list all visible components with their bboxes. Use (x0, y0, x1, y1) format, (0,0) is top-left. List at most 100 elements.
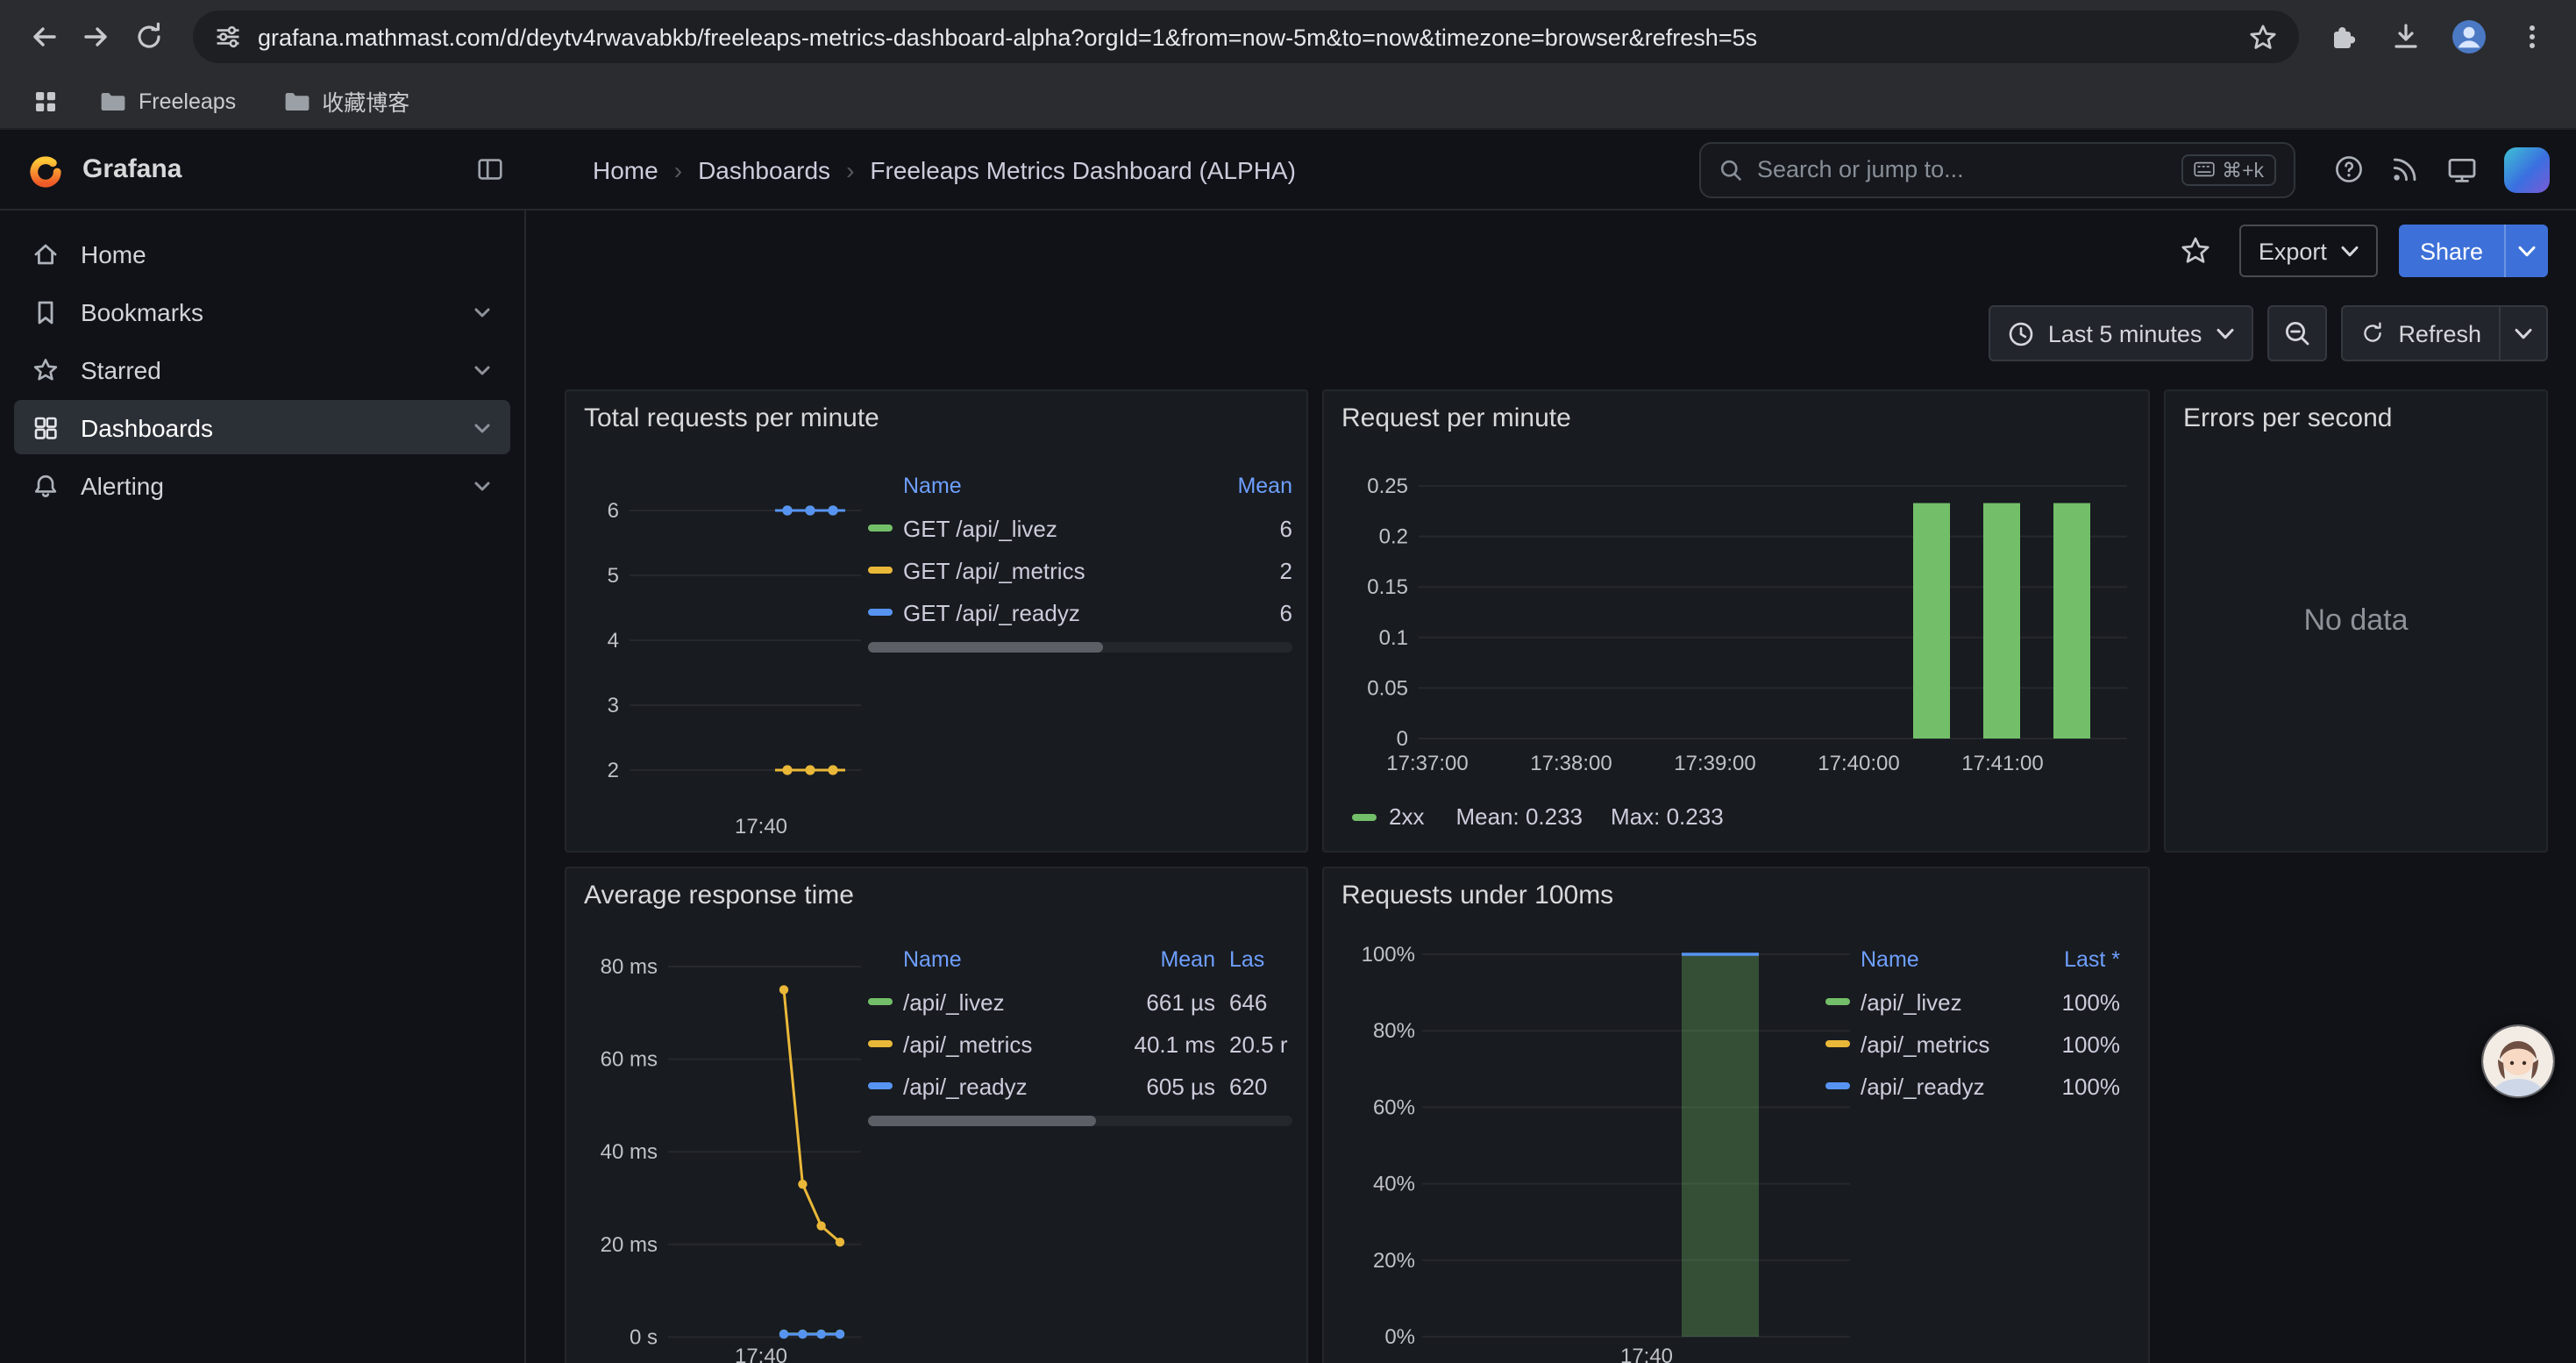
url-text[interactable]: grafana.mathmast.com/d/deytv4rwavabkb/fr… (258, 24, 2232, 50)
apps-grid-button[interactable] (25, 80, 67, 122)
bookmark-star-icon[interactable] (2248, 22, 2278, 52)
sidebar-nav: Home Bookmarks Starred Dashboards Alerti… (0, 211, 526, 1363)
series-swatch (868, 609, 893, 616)
legend-header[interactable]: Name (903, 947, 1099, 972)
legend-header[interactable]: Mean (1215, 474, 1292, 498)
dock-menu-toggle[interactable] (475, 154, 505, 184)
forward-button[interactable] (70, 11, 123, 63)
downloads-button[interactable] (2380, 11, 2432, 63)
sidebar-item-bookmarks[interactable]: Bookmarks (14, 284, 510, 339)
site-info-icon[interactable] (214, 23, 242, 51)
panel-request-per-minute: Request per minute 0.250.20.150.10.05017… (1322, 389, 2150, 853)
dashboards-grid-icon (32, 413, 60, 441)
time-range-label: Last 5 minutes (2048, 320, 2202, 346)
series-swatch (868, 567, 893, 574)
legend-value: 100% (2029, 1073, 2120, 1099)
share-button[interactable]: Share (2399, 225, 2504, 277)
dock-panel-icon (475, 154, 505, 184)
browser-profile-button[interactable] (2443, 11, 2495, 63)
search-input[interactable]: Search or jump to... ⌘+k (1699, 141, 2295, 197)
legend-series-name[interactable]: GET /api/_livez (903, 515, 1201, 541)
legend-header[interactable]: Name (903, 474, 1201, 498)
svg-text:4: 4 (608, 629, 619, 653)
grafana-logo-icon[interactable] (26, 150, 65, 189)
refresh-interval-caret[interactable] (2501, 305, 2548, 361)
panel-title[interactable]: Average response time (584, 881, 854, 910)
legend-header[interactable]: Las (1229, 947, 1292, 972)
scrollbar-thumb[interactable] (868, 1116, 1096, 1126)
favorite-dashboard-button[interactable] (2173, 228, 2218, 274)
legend-header[interactable]: Mean (1114, 947, 1215, 972)
assistant-avatar-button[interactable] (2481, 1024, 2555, 1098)
average-response-time-chart[interactable]: 80 ms60 ms40 ms20 ms0 s17:40 (580, 931, 868, 1363)
bookmark-folder-freeleaps[interactable]: Freeleaps (84, 82, 250, 120)
header-icons (2295, 146, 2576, 192)
legend-series-name[interactable]: /api/_livez (1861, 988, 2015, 1015)
user-avatar[interactable] (2504, 146, 2550, 192)
chevron-down-icon[interactable] (472, 417, 493, 438)
bookmarks-bar: Freeleaps 收藏博客 (0, 74, 2576, 130)
panel-title[interactable]: Total requests per minute (584, 403, 879, 433)
rss-icon (2390, 154, 2420, 184)
legend-header[interactable]: Last * (2029, 947, 2120, 972)
sidebar-item-alerting[interactable]: Alerting (14, 458, 510, 512)
panel-title[interactable]: Request per minute (1341, 403, 1571, 433)
svg-text:17:38:00: 17:38:00 (1530, 752, 1612, 775)
legend-mean-stat: Mean: 0.233 (1455, 803, 1583, 830)
zoom-out-button[interactable] (2266, 305, 2326, 361)
chevron-down-icon[interactable] (472, 359, 493, 380)
bookmark-icon (32, 297, 60, 325)
sidebar-item-home[interactable]: Home (14, 226, 510, 281)
scrollbar-thumb[interactable] (868, 642, 1103, 653)
reload-button[interactable] (123, 11, 175, 63)
zoom-out-icon (2282, 319, 2310, 347)
home-icon (32, 239, 60, 268)
legend-series-name[interactable]: 2xx (1389, 803, 1424, 830)
legend-row: GET /api/_livez6 (868, 507, 1292, 549)
chevron-down-icon[interactable] (472, 475, 493, 496)
legend-value: 40.1 ms (1114, 1031, 1215, 1057)
legend-value: 20.5 r (1229, 1031, 1292, 1057)
sidebar-item-dashboards[interactable]: Dashboards (14, 400, 510, 454)
help-button[interactable] (2334, 154, 2364, 184)
legend-row: GET /api/_metrics2 (868, 549, 1292, 591)
panel-total-requests: Total requests per minute 6543217:40 Nam… (565, 389, 1308, 853)
breadcrumb-dashboards[interactable]: Dashboards (698, 155, 830, 183)
refresh-button[interactable]: Refresh (2340, 305, 2501, 361)
share-caret-button[interactable] (2504, 225, 2548, 277)
panel-average-response-time: Average response time 80 ms60 ms40 ms20 … (565, 867, 1308, 1363)
bookmark-folder-blogs[interactable]: 收藏博客 (267, 79, 423, 123)
display-mode-button[interactable] (2446, 153, 2478, 185)
grafana-header: Grafana Home › Dashboards › Freeleaps Me… (0, 130, 2576, 211)
legend-scrollbar[interactable] (868, 642, 1292, 653)
total-requests-chart[interactable]: 6543217:40 (580, 454, 868, 844)
browser-menu-button[interactable] (2506, 11, 2558, 63)
refresh-label: Refresh (2398, 320, 2481, 346)
back-arrow-icon (28, 21, 60, 53)
time-range-picker[interactable]: Last 5 minutes (1989, 305, 2253, 361)
extensions-button[interactable] (2316, 11, 2369, 63)
legend-scrollbar[interactable] (868, 1116, 1292, 1126)
legend-header[interactable]: Name (1861, 947, 2015, 972)
chevron-down-icon[interactable] (472, 301, 493, 322)
legend-series-name[interactable]: GET /api/_metrics (903, 557, 1201, 583)
url-bar[interactable]: grafana.mathmast.com/d/deytv4rwavabkb/fr… (193, 11, 2299, 63)
back-button[interactable] (18, 11, 70, 63)
browser-toolbar: grafana.mathmast.com/d/deytv4rwavabkb/fr… (0, 0, 2576, 74)
panel-title[interactable]: Requests under 100ms (1341, 881, 1613, 910)
export-button[interactable]: Export (2239, 225, 2378, 277)
legend-series-name[interactable]: /api/_metrics (1861, 1031, 2015, 1057)
toolbar-actions (2316, 11, 2558, 63)
request-per-minute-chart[interactable]: 0.250.20.150.10.05017:37:0017:38:0017:39… (1338, 451, 2138, 795)
series-swatch (1825, 1040, 1850, 1047)
breadcrumb-home[interactable]: Home (593, 155, 658, 183)
legend-series-name[interactable]: /api/_readyz (903, 1073, 1099, 1099)
breadcrumb-current[interactable]: Freeleaps Metrics Dashboard (ALPHA) (870, 155, 1296, 183)
legend-series-name[interactable]: /api/_livez (903, 988, 1099, 1015)
news-rss-button[interactable] (2390, 154, 2420, 184)
legend-series-name[interactable]: /api/_metrics (903, 1031, 1099, 1057)
series-swatch (1352, 813, 1377, 820)
sidebar-item-starred[interactable]: Starred (14, 342, 510, 396)
legend-series-name[interactable]: /api/_readyz (1861, 1073, 2015, 1099)
legend-series-name[interactable]: GET /api/_readyz (903, 599, 1201, 625)
